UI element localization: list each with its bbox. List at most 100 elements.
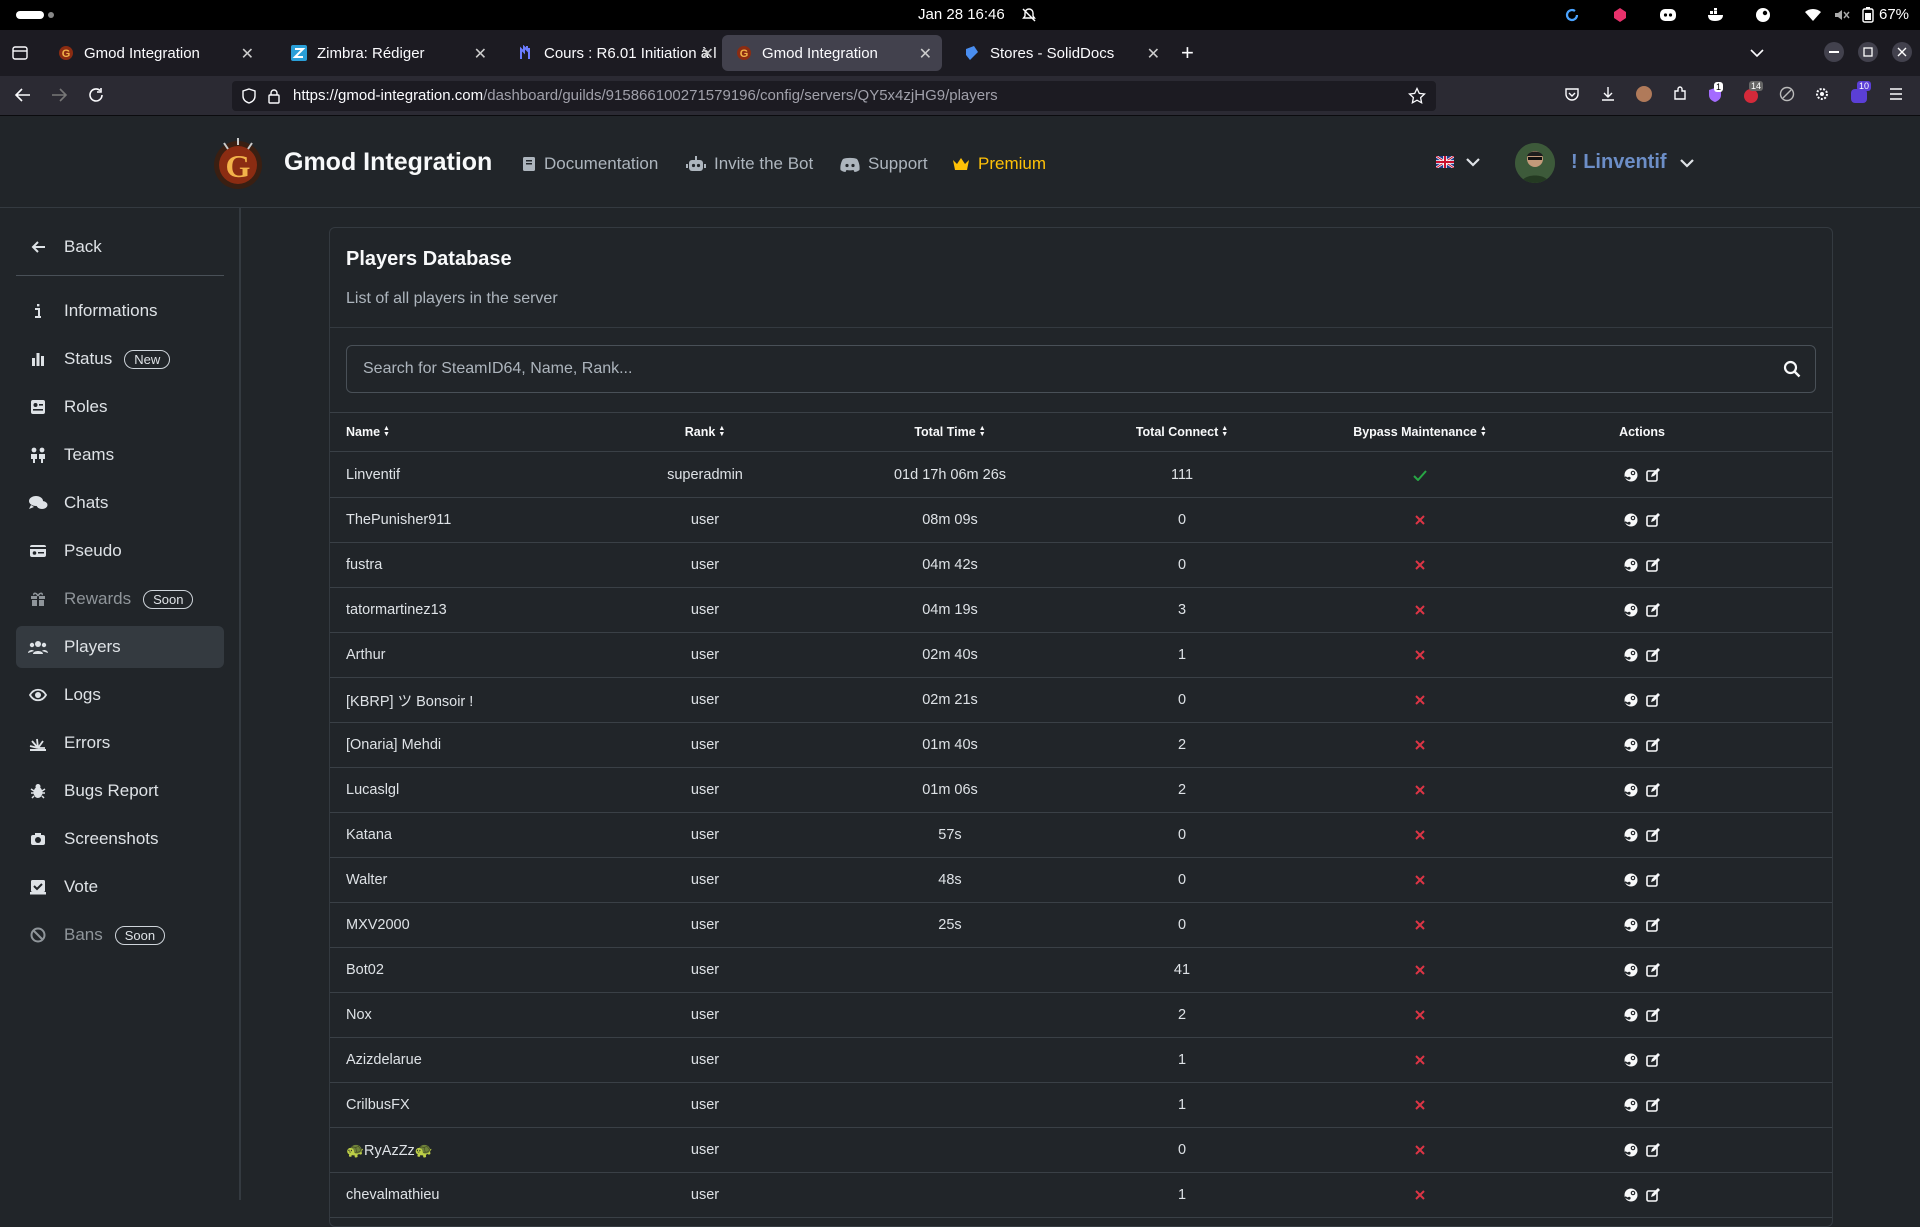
edit-icon[interactable]	[1646, 558, 1660, 572]
edit-icon[interactable]	[1646, 783, 1660, 797]
steam-profile-icon[interactable]	[1624, 558, 1638, 572]
browser-tab[interactable]: Zimbra: Rédiger ✕	[277, 35, 497, 71]
browser-tab[interactable]: Cours : R6.01 Initiation à l ✕	[504, 35, 724, 71]
close-tab-icon[interactable]: ✕	[919, 44, 932, 64]
ext-badge: 10	[1857, 81, 1872, 91]
steam-profile-icon[interactable]	[1624, 1098, 1638, 1112]
minimize-button[interactable]	[1824, 42, 1844, 62]
close-window-button[interactable]	[1892, 42, 1912, 62]
gmod-integration-logo[interactable]: G	[210, 135, 266, 191]
browser-tab[interactable]: G Gmod Integration ✕	[44, 35, 264, 71]
sidebar-item-bugs-report[interactable]: Bugs Report	[16, 770, 224, 812]
back-icon[interactable]	[14, 86, 32, 104]
sidebar-item-screenshots[interactable]: Screenshots	[16, 818, 224, 860]
steam-profile-icon[interactable]	[1624, 1008, 1638, 1022]
username[interactable]: ! Linventif	[1571, 151, 1667, 174]
nav-documentation[interactable]: Documentation	[522, 154, 658, 174]
close-tab-icon[interactable]: ✕	[474, 44, 487, 64]
steam-profile-icon[interactable]	[1624, 1053, 1638, 1067]
ext-ublock-icon[interactable]: 1	[1706, 82, 1724, 104]
search-icon[interactable]	[1783, 360, 1801, 378]
brand-title[interactable]: Gmod Integration	[284, 148, 492, 177]
close-tab-icon[interactable]: ✕	[701, 44, 714, 64]
edit-icon[interactable]	[1646, 468, 1660, 482]
sidebar-back[interactable]: Back	[16, 226, 224, 268]
col-total-time-header[interactable]: Total Time ▲ ▼	[850, 413, 1050, 451]
steam-profile-icon[interactable]	[1624, 828, 1638, 842]
edit-icon[interactable]	[1646, 603, 1660, 617]
edit-icon[interactable]	[1646, 1053, 1660, 1067]
close-tab-icon[interactable]: ✕	[241, 44, 254, 64]
row-actions	[1624, 1143, 1660, 1157]
browser-tab[interactable]: Stores - SolidDocs ✕	[950, 35, 1170, 71]
user-avatar[interactable]	[1515, 143, 1555, 183]
edit-icon[interactable]	[1646, 693, 1660, 707]
sidebar-item-errors[interactable]: Errors	[16, 722, 224, 764]
sidebar-item-pseudo[interactable]: Pseudo	[16, 530, 224, 572]
new-tab-icon[interactable]: +	[1181, 40, 1194, 66]
steam-profile-icon[interactable]	[1624, 693, 1638, 707]
ext-circle-icon[interactable]	[1779, 86, 1795, 102]
steam-profile-icon[interactable]	[1624, 468, 1638, 482]
ext-gear-icon[interactable]	[1814, 86, 1830, 102]
extensions-icon[interactable]	[1672, 86, 1688, 102]
edit-icon[interactable]	[1646, 513, 1660, 527]
steam-profile-icon[interactable]	[1624, 513, 1638, 527]
steam-profile-icon[interactable]	[1624, 738, 1638, 752]
browser-tab[interactable]: G Gmod Integration ✕	[722, 35, 942, 71]
steam-profile-icon[interactable]	[1624, 1143, 1638, 1157]
edit-icon[interactable]	[1646, 828, 1660, 842]
menu-hamburger-icon[interactable]	[1888, 86, 1904, 102]
ext-purple-icon[interactable]: 10	[1850, 81, 1872, 104]
sidebar-item-teams[interactable]: Teams	[16, 434, 224, 476]
steam-profile-icon[interactable]	[1624, 603, 1638, 617]
edit-icon[interactable]	[1646, 873, 1660, 887]
account-avatar-icon[interactable]	[1636, 86, 1652, 102]
edit-icon[interactable]	[1646, 1008, 1660, 1022]
restore-button[interactable]	[1858, 42, 1878, 62]
list-tabs-chevron-icon[interactable]	[1750, 48, 1764, 58]
steam-profile-icon[interactable]	[1624, 918, 1638, 932]
steam-profile-icon[interactable]	[1624, 783, 1638, 797]
pocket-icon[interactable]	[1564, 86, 1580, 102]
steam-profile-icon[interactable]	[1624, 873, 1638, 887]
table-row: MXV2000 user 25s 0	[330, 903, 1832, 948]
system-clock[interactable]: Jan 28 16:46	[918, 6, 1005, 23]
edit-icon[interactable]	[1646, 648, 1660, 662]
bookmark-star-icon[interactable]	[1408, 87, 1426, 105]
language-selector[interactable]	[1436, 156, 1480, 168]
nav-support[interactable]: Support	[840, 154, 928, 174]
sidebar-item-rewards[interactable]: Rewards Soon	[16, 578, 224, 620]
sidebar-item-chats[interactable]: Chats	[16, 482, 224, 524]
tab-overview-icon[interactable]	[12, 46, 28, 60]
col-bypass-maintenance-header[interactable]: Bypass Maintenance ▲ ▼	[1310, 413, 1530, 451]
edit-icon[interactable]	[1646, 738, 1660, 752]
edit-icon[interactable]	[1646, 1143, 1660, 1157]
sidebar-item-vote[interactable]: Vote	[16, 866, 224, 908]
search-input[interactable]: Search for SteamID64, Name, Rank...	[346, 345, 1816, 393]
edit-icon[interactable]	[1646, 963, 1660, 977]
downloads-icon[interactable]	[1600, 86, 1616, 102]
reload-icon[interactable]	[87, 86, 105, 104]
col-rank-header[interactable]: Rank ▲ ▼	[630, 413, 780, 451]
sidebar-item-roles[interactable]: Roles	[16, 386, 224, 428]
sidebar-item-status[interactable]: Status New	[16, 338, 224, 380]
activities-indicator[interactable]	[16, 11, 44, 19]
sidebar-item-logs[interactable]: Logs	[16, 674, 224, 716]
col-bypass-maintenance-cell	[1310, 678, 1530, 722]
edit-icon[interactable]	[1646, 918, 1660, 932]
nav-premium[interactable]: Premium	[952, 154, 1046, 174]
forward-icon[interactable]	[50, 86, 68, 104]
edit-icon[interactable]	[1646, 1098, 1660, 1112]
nav-invite-bot[interactable]: Invite the Bot	[686, 154, 813, 174]
sidebar-item-players[interactable]: Players	[16, 626, 224, 668]
sidebar-item-informations[interactable]: Informations	[16, 290, 224, 332]
user-menu-chevron-icon[interactable]	[1680, 158, 1694, 168]
close-tab-icon[interactable]: ✕	[1147, 44, 1160, 64]
url-field[interactable]: https://gmod-integration.com/dashboard/g…	[232, 81, 1436, 111]
sidebar-item-bans[interactable]: Bans Soon	[16, 914, 224, 956]
col-total-connect-header[interactable]: Total Connect ▲ ▼	[1082, 413, 1282, 451]
steam-profile-icon[interactable]	[1624, 648, 1638, 662]
ext-red-icon[interactable]: 14	[1742, 81, 1764, 104]
steam-profile-icon[interactable]	[1624, 963, 1638, 977]
